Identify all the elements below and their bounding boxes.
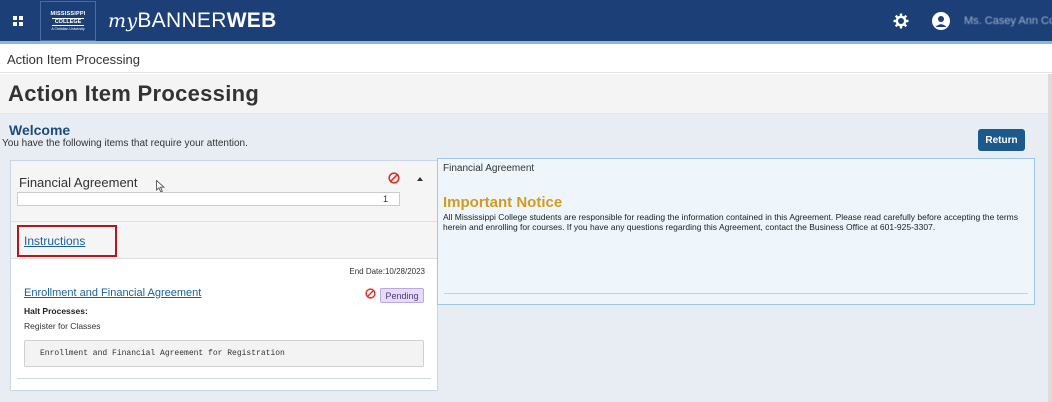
instructions-row: Instructions bbox=[11, 221, 437, 259]
logo-line-2: COLLEGE bbox=[51, 17, 85, 26]
app-grid-menu-icon[interactable] bbox=[0, 0, 36, 41]
action-item-card: End Date:10/28/2023 Enrollment and Finan… bbox=[11, 259, 437, 392]
halt-processes-value: Register for Classes bbox=[24, 321, 101, 331]
page-scrollbar[interactable] bbox=[1048, 74, 1052, 402]
agreement-detail-panel: Financial Agreement Important Notice All… bbox=[437, 158, 1035, 305]
caret-up-icon[interactable] bbox=[417, 177, 423, 181]
logo-line-1: MISSISSIPPI bbox=[50, 10, 86, 17]
welcome-subtext: You have the following items that requir… bbox=[2, 138, 248, 149]
return-button[interactable]: Return bbox=[978, 129, 1025, 151]
end-date: End Date:10/28/2023 bbox=[349, 267, 425, 276]
top-navigation-bar: MISSISSIPPI COLLEGE A Christian Universi… bbox=[0, 0, 1052, 44]
app-name: myBANNERWEB bbox=[108, 9, 277, 33]
action-group-title[interactable]: Financial Agreement bbox=[19, 175, 138, 190]
important-notice-heading: Important Notice bbox=[443, 194, 563, 211]
agreement-description: Enrollment and Financial Agreement for R… bbox=[24, 340, 424, 367]
action-group-header[interactable]: Financial Agreement 1 bbox=[11, 161, 437, 221]
halt-processes-label: Halt Processes: bbox=[24, 306, 88, 316]
app-name-banner: BANNER bbox=[137, 8, 227, 32]
detail-title: Financial Agreement bbox=[443, 163, 535, 174]
action-items-panel: Financial Agreement 1 Instructions End D… bbox=[10, 160, 438, 391]
college-logo[interactable]: MISSISSIPPI COLLEGE A Christian Universi… bbox=[40, 0, 96, 41]
breadcrumb: Action Item Processing bbox=[0, 47, 1052, 73]
divider bbox=[444, 293, 1028, 294]
action-item-link[interactable]: Enrollment and Financial Agreement bbox=[24, 287, 201, 299]
logo-line-3: A Christian University bbox=[51, 26, 85, 31]
divider bbox=[17, 378, 431, 379]
welcome-heading: Welcome bbox=[9, 122, 71, 138]
halt-icon bbox=[388, 172, 400, 184]
page-title-bar: Action Item Processing bbox=[0, 74, 1048, 114]
main-content: Welcome You have the following items tha… bbox=[0, 114, 1048, 402]
gear-icon[interactable] bbox=[890, 10, 912, 32]
notice-body: All Mississippi College students are res… bbox=[443, 212, 1019, 232]
user-name[interactable]: Ms. Casey Ann Cole bbox=[964, 15, 1052, 27]
status-badge: Pending bbox=[380, 288, 424, 303]
instructions-link[interactable]: Instructions bbox=[17, 225, 117, 257]
app-name-web: WEB bbox=[226, 8, 277, 32]
page-title: Action Item Processing bbox=[8, 81, 260, 106]
halt-icon bbox=[365, 288, 376, 299]
user-icon[interactable] bbox=[932, 11, 950, 30]
top-right-controls: Ms. Casey Ann Cole bbox=[890, 0, 1052, 41]
app-name-my: my bbox=[108, 9, 138, 32]
item-count: 1 bbox=[17, 192, 400, 206]
